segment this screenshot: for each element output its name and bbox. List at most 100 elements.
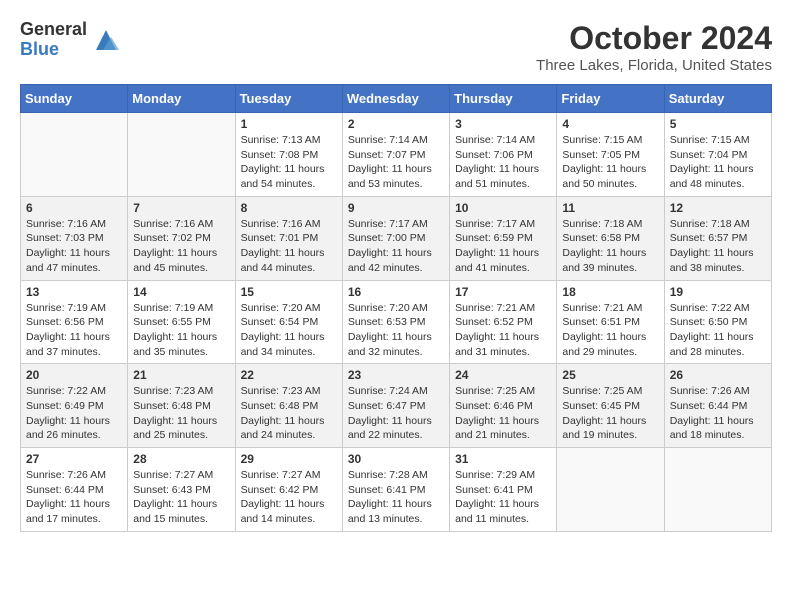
- calendar-body: 1Sunrise: 7:13 AMSunset: 7:08 PMDaylight…: [21, 113, 772, 532]
- day-info: Sunrise: 7:24 AMSunset: 6:47 PMDaylight:…: [348, 384, 444, 443]
- day-cell: 28 Sunrise: 7:27 AMSunset: 6:43 PMDayligh…: [128, 448, 235, 532]
- day-cell: 10 Sunrise: 7:17 AMSunset: 6:59 PMDayligh…: [450, 196, 557, 280]
- day-cell: 8 Sunrise: 7:16 AMSunset: 7:01 PMDaylight…: [235, 196, 342, 280]
- weekday-header-wednesday: Wednesday: [342, 85, 449, 113]
- day-info: Sunrise: 7:16 AMSunset: 7:02 PMDaylight:…: [133, 217, 229, 276]
- day-cell: 3 Sunrise: 7:14 AMSunset: 7:06 PMDaylight…: [450, 113, 557, 197]
- weekday-header-monday: Monday: [128, 85, 235, 113]
- day-cell: 2 Sunrise: 7:14 AMSunset: 7:07 PMDaylight…: [342, 113, 449, 197]
- day-info: Sunrise: 7:17 AMSunset: 6:59 PMDaylight:…: [455, 217, 551, 276]
- day-cell: 12 Sunrise: 7:18 AMSunset: 6:57 PMDayligh…: [664, 196, 771, 280]
- day-cell: 11Sunrise: 7:18 AMSunset: 6:58 PMDayligh…: [557, 196, 664, 280]
- day-cell: [21, 113, 128, 197]
- day-cell: 13Sunrise: 7:19 AMSunset: 6:56 PMDayligh…: [21, 280, 128, 364]
- day-number: 17: [455, 285, 551, 299]
- day-cell: 25 Sunrise: 7:25 AMSunset: 6:45 PMDayligh…: [557, 364, 664, 448]
- weekday-header-row: SundayMondayTuesdayWednesdayThursdayFrid…: [21, 85, 772, 113]
- day-number: 10: [455, 201, 551, 215]
- day-number: 2: [348, 117, 444, 131]
- day-number: 20: [26, 368, 122, 382]
- day-number: 15: [241, 285, 337, 299]
- day-number: 4: [562, 117, 658, 131]
- week-row-4: 20Sunrise: 7:22 AMSunset: 6:49 PMDayligh…: [21, 364, 772, 448]
- day-cell: 9Sunrise: 7:17 AMSunset: 7:00 PMDaylight…: [342, 196, 449, 280]
- day-number: 24: [455, 368, 551, 382]
- day-number: 3: [455, 117, 551, 131]
- weekday-header-saturday: Saturday: [664, 85, 771, 113]
- day-number: 8: [241, 201, 337, 215]
- day-cell: 17Sunrise: 7:21 AMSunset: 6:52 PMDayligh…: [450, 280, 557, 364]
- logo-icon: [91, 25, 121, 55]
- day-cell: [664, 448, 771, 532]
- day-number: 25: [562, 368, 658, 382]
- day-info: Sunrise: 7:25 AMSunset: 6:46 PMDaylight:…: [455, 384, 551, 443]
- day-info: Sunrise: 7:15 AMSunset: 7:05 PMDaylight:…: [562, 133, 658, 192]
- day-info: Sunrise: 7:14 AMSunset: 7:07 PMDaylight:…: [348, 133, 444, 192]
- day-number: 30: [348, 452, 444, 466]
- day-info: Sunrise: 7:23 AMSunset: 6:48 PMDaylight:…: [133, 384, 229, 443]
- weekday-header-thursday: Thursday: [450, 85, 557, 113]
- day-info: Sunrise: 7:23 AMSunset: 6:48 PMDaylight:…: [241, 384, 337, 443]
- week-row-2: 6 Sunrise: 7:16 AMSunset: 7:03 PMDaylight…: [21, 196, 772, 280]
- day-info: Sunrise: 7:15 AMSunset: 7:04 PMDaylight:…: [670, 133, 766, 192]
- day-cell: 18Sunrise: 7:21 AMSunset: 6:51 PMDayligh…: [557, 280, 664, 364]
- day-info: Sunrise: 7:28 AMSunset: 6:41 PMDaylight:…: [348, 468, 444, 527]
- logo: General Blue: [20, 20, 121, 60]
- day-number: 21: [133, 368, 229, 382]
- day-info: Sunrise: 7:20 AMSunset: 6:53 PMDaylight:…: [348, 301, 444, 360]
- day-number: 5: [670, 117, 766, 131]
- month-title: October 2024: [536, 20, 772, 57]
- day-cell: 24 Sunrise: 7:25 AMSunset: 6:46 PMDayligh…: [450, 364, 557, 448]
- day-cell: [128, 113, 235, 197]
- weekday-header-tuesday: Tuesday: [235, 85, 342, 113]
- day-info: Sunrise: 7:26 AMSunset: 6:44 PMDaylight:…: [670, 384, 766, 443]
- day-cell: 30 Sunrise: 7:28 AMSunset: 6:41 PMDayligh…: [342, 448, 449, 532]
- day-cell: 16 Sunrise: 7:20 AMSunset: 6:53 PMDayligh…: [342, 280, 449, 364]
- day-number: 6: [26, 201, 122, 215]
- day-cell: 21 Sunrise: 7:23 AMSunset: 6:48 PMDayligh…: [128, 364, 235, 448]
- day-info: Sunrise: 7:18 AMSunset: 6:57 PMDaylight:…: [670, 217, 766, 276]
- day-cell: 22 Sunrise: 7:23 AMSunset: 6:48 PMDayligh…: [235, 364, 342, 448]
- day-info: Sunrise: 7:14 AMSunset: 7:06 PMDaylight:…: [455, 133, 551, 192]
- day-info: Sunrise: 7:22 AMSunset: 6:50 PMDaylight:…: [670, 301, 766, 360]
- day-info: Sunrise: 7:16 AMSunset: 7:01 PMDaylight:…: [241, 217, 337, 276]
- day-number: 12: [670, 201, 766, 215]
- day-number: 22: [241, 368, 337, 382]
- day-cell: 5 Sunrise: 7:15 AMSunset: 7:04 PMDaylight…: [664, 113, 771, 197]
- day-info: Sunrise: 7:16 AMSunset: 7:03 PMDaylight:…: [26, 217, 122, 276]
- day-number: 13: [26, 285, 122, 299]
- day-number: 7: [133, 201, 229, 215]
- day-number: 26: [670, 368, 766, 382]
- week-row-3: 13Sunrise: 7:19 AMSunset: 6:56 PMDayligh…: [21, 280, 772, 364]
- day-cell: 27 Sunrise: 7:26 AMSunset: 6:44 PMDayligh…: [21, 448, 128, 532]
- day-info: Sunrise: 7:26 AMSunset: 6:44 PMDaylight:…: [26, 468, 122, 527]
- day-cell: 31Sunrise: 7:29 AMSunset: 6:41 PMDayligh…: [450, 448, 557, 532]
- day-info: Sunrise: 7:17 AMSunset: 7:00 PMDaylight:…: [348, 217, 444, 276]
- day-cell: 26 Sunrise: 7:26 AMSunset: 6:44 PMDayligh…: [664, 364, 771, 448]
- day-cell: 15 Sunrise: 7:20 AMSunset: 6:54 PMDayligh…: [235, 280, 342, 364]
- day-cell: 6 Sunrise: 7:16 AMSunset: 7:03 PMDaylight…: [21, 196, 128, 280]
- day-cell: 1Sunrise: 7:13 AMSunset: 7:08 PMDaylight…: [235, 113, 342, 197]
- title-area: October 2024 Three Lakes, Florida, Unite…: [536, 20, 772, 74]
- day-info: Sunrise: 7:25 AMSunset: 6:45 PMDaylight:…: [562, 384, 658, 443]
- logo-text: General Blue: [20, 20, 87, 60]
- day-number: 27: [26, 452, 122, 466]
- day-number: 31: [455, 452, 551, 466]
- day-info: Sunrise: 7:20 AMSunset: 6:54 PMDaylight:…: [241, 301, 337, 360]
- day-info: Sunrise: 7:13 AMSunset: 7:08 PMDaylight:…: [241, 133, 337, 192]
- day-info: Sunrise: 7:18 AMSunset: 6:58 PMDaylight:…: [562, 217, 658, 276]
- day-cell: 7 Sunrise: 7:16 AMSunset: 7:02 PMDaylight…: [128, 196, 235, 280]
- day-number: 29: [241, 452, 337, 466]
- day-number: 14: [133, 285, 229, 299]
- day-number: 16: [348, 285, 444, 299]
- day-info: Sunrise: 7:19 AMSunset: 6:55 PMDaylight:…: [133, 301, 229, 360]
- day-info: Sunrise: 7:27 AMSunset: 6:43 PMDaylight:…: [133, 468, 229, 527]
- day-cell: 4 Sunrise: 7:15 AMSunset: 7:05 PMDaylight…: [557, 113, 664, 197]
- day-cell: 14 Sunrise: 7:19 AMSunset: 6:55 PMDayligh…: [128, 280, 235, 364]
- day-number: 28: [133, 452, 229, 466]
- location-title: Three Lakes, Florida, United States: [536, 57, 772, 74]
- page-header: General Blue October 2024 Three Lakes, F…: [20, 20, 772, 74]
- day-number: 19: [670, 285, 766, 299]
- day-info: Sunrise: 7:27 AMSunset: 6:42 PMDaylight:…: [241, 468, 337, 527]
- day-number: 23: [348, 368, 444, 382]
